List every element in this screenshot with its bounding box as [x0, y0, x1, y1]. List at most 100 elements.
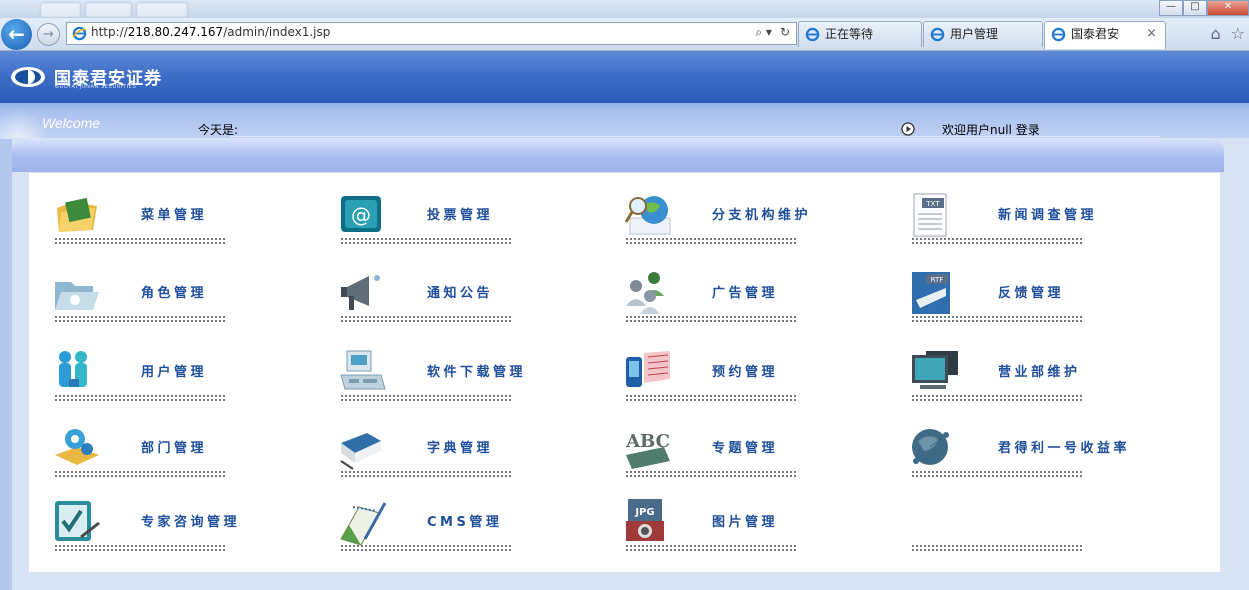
dotted-divider: [341, 238, 511, 244]
module-label: 投票管理: [427, 208, 494, 223]
module-news-survey[interactable]: TXT 新闻调查管理: [910, 192, 1140, 256]
url-text[interactable]: http://218.80.247.167/admin/index1.jsp: [91, 25, 330, 39]
panel-left-edge: [0, 139, 12, 590]
module-fund-yield[interactable]: 君得利一号收益率: [910, 425, 1140, 489]
dotted-divider: [55, 316, 225, 322]
module-label: 软件下载管理: [427, 365, 527, 380]
module-ad-management[interactable]: 广告管理: [624, 270, 854, 334]
module-label: 专家咨询管理: [141, 515, 241, 530]
module-expert-consult[interactable]: 专家咨询管理: [53, 499, 283, 563]
book-icon: [340, 433, 381, 470]
module-label: 广告管理: [712, 286, 779, 301]
module-branch-maintenance[interactable]: 分支机构维护: [624, 192, 854, 256]
panel-right-edge: [1220, 173, 1249, 590]
svg-text:@: @: [351, 203, 371, 227]
module-label: 营业部维护: [998, 365, 1081, 380]
mobile-phone-icon: [626, 351, 670, 387]
ie-icon: [1051, 27, 1066, 42]
module-image-management[interactable]: JPG 图片管理: [624, 499, 854, 563]
module-role-management[interactable]: 角色管理: [53, 270, 283, 334]
text-document-icon: TXT: [913, 193, 947, 237]
favorites-icon[interactable]: ☆: [1231, 24, 1245, 43]
module-label: 预约管理: [712, 365, 779, 380]
search-dropdown-icon[interactable]: ⌕ ▾: [755, 25, 772, 40]
globe-magnifier-icon: [624, 196, 671, 235]
module-menu-management[interactable]: 菜单管理: [53, 192, 283, 256]
dotted-divider: [341, 395, 511, 401]
dotted-divider: [626, 395, 796, 401]
user-group-icon: [626, 272, 664, 314]
module-label: 角色管理: [141, 286, 208, 301]
dotted-divider: [55, 395, 225, 401]
dotted-divider: [341, 545, 511, 551]
module-dictionary[interactable]: 字典管理: [339, 425, 569, 489]
dotted-divider: [626, 471, 796, 477]
folder-icon: [57, 197, 97, 232]
module-topic[interactable]: ABC 专题管理: [624, 425, 854, 489]
minimize-button[interactable]: —: [1159, 0, 1183, 16]
abc-icon: ABC: [625, 431, 670, 469]
logo-subtext: GUOTAI JUNAN SECURITIES: [55, 84, 137, 90]
refresh-icon[interactable]: ↻: [780, 25, 790, 40]
home-icon[interactable]: ⌂: [1211, 24, 1221, 43]
background-taskbar: [40, 0, 188, 18]
background-window: [135, 2, 188, 18]
forward-button[interactable]: →: [37, 23, 60, 46]
module-feedback[interactable]: RTF 反馈管理: [910, 270, 1140, 334]
module-business-dept[interactable]: 营业部维护: [910, 349, 1140, 413]
panel-bottom-edge: [12, 572, 1249, 590]
rtf-document-icon: RTF: [912, 272, 950, 314]
dotted-divider: [626, 238, 796, 244]
tab-guotai-junan[interactable]: 国泰君安 ×: [1044, 21, 1166, 49]
tab-close-icon[interactable]: ×: [1146, 22, 1157, 46]
module-label: 图片管理: [712, 515, 779, 530]
module-reservation[interactable]: 预约管理: [624, 349, 854, 413]
welcome-user-message: 欢迎用户null 登录: [942, 123, 1040, 137]
ie-icon: [72, 26, 87, 41]
module-label: 字典管理: [427, 441, 494, 456]
open-folder-icon: [55, 282, 99, 310]
browser-toolbar: ← → http://218.80.247.167/admin/index1.j…: [0, 18, 1249, 65]
dotted-divider: [626, 316, 796, 322]
module-user-management[interactable]: 用户管理: [53, 349, 283, 413]
dotted-divider: [626, 545, 796, 551]
close-window-button[interactable]: ✕: [1207, 0, 1249, 16]
module-label: 通知公告: [427, 286, 494, 301]
module-department[interactable]: 部门管理: [53, 425, 283, 489]
tab-strip: 正在等待 218.8... 用户管理 国泰君安 ×: [798, 21, 1167, 65]
background-window: [40, 2, 81, 18]
module-label: 分支机构维护: [712, 208, 812, 223]
tab-loading[interactable]: 正在等待 218.8...: [798, 21, 922, 65]
header-band: [0, 103, 1249, 111]
address-tools: ⌕ ▾ ↻: [755, 25, 790, 40]
module-label: CMS管理: [427, 515, 503, 530]
notebook-pen-icon: [340, 502, 387, 546]
users-icon: [59, 351, 87, 387]
back-button[interactable]: ←: [1, 19, 32, 50]
module-vote-management[interactable]: @ 投票管理: [339, 192, 569, 256]
ie-icon: [930, 27, 945, 42]
dotted-divider: [55, 471, 225, 477]
tab-label: 用户管理: [950, 27, 999, 41]
module-label: 反馈管理: [998, 286, 1065, 301]
module-notice[interactable]: 通知公告: [339, 270, 569, 334]
site-header: 国泰君安证券 GUOTAI JUNAN SECURITIES: [0, 51, 1249, 103]
address-bar[interactable]: http://218.80.247.167/admin/index1.jsp ⌕…: [66, 22, 797, 45]
dotted-divider: [912, 316, 1082, 322]
svg-text:ABC: ABC: [625, 431, 670, 452]
dotted-divider: [341, 316, 511, 322]
browser-titlebar: — □ ✕: [0, 0, 1249, 18]
url-host: 218.80.247.167: [127, 25, 224, 39]
tab-user-management[interactable]: 用户管理: [923, 21, 1043, 47]
maximize-button[interactable]: □: [1183, 0, 1207, 16]
dotted-divider: [55, 238, 225, 244]
email-at-icon: @: [341, 196, 381, 232]
logo-icon: [11, 67, 45, 87]
dotted-divider: [912, 471, 1082, 477]
module-cms[interactable]: CMS管理: [339, 499, 569, 563]
module-label: 部门管理: [141, 441, 208, 456]
module-label: 君得利一号收益率: [998, 441, 1131, 456]
dotted-divider: [55, 545, 225, 551]
module-software-download[interactable]: 软件下载管理: [339, 349, 569, 413]
megaphone-icon: [341, 275, 380, 310]
